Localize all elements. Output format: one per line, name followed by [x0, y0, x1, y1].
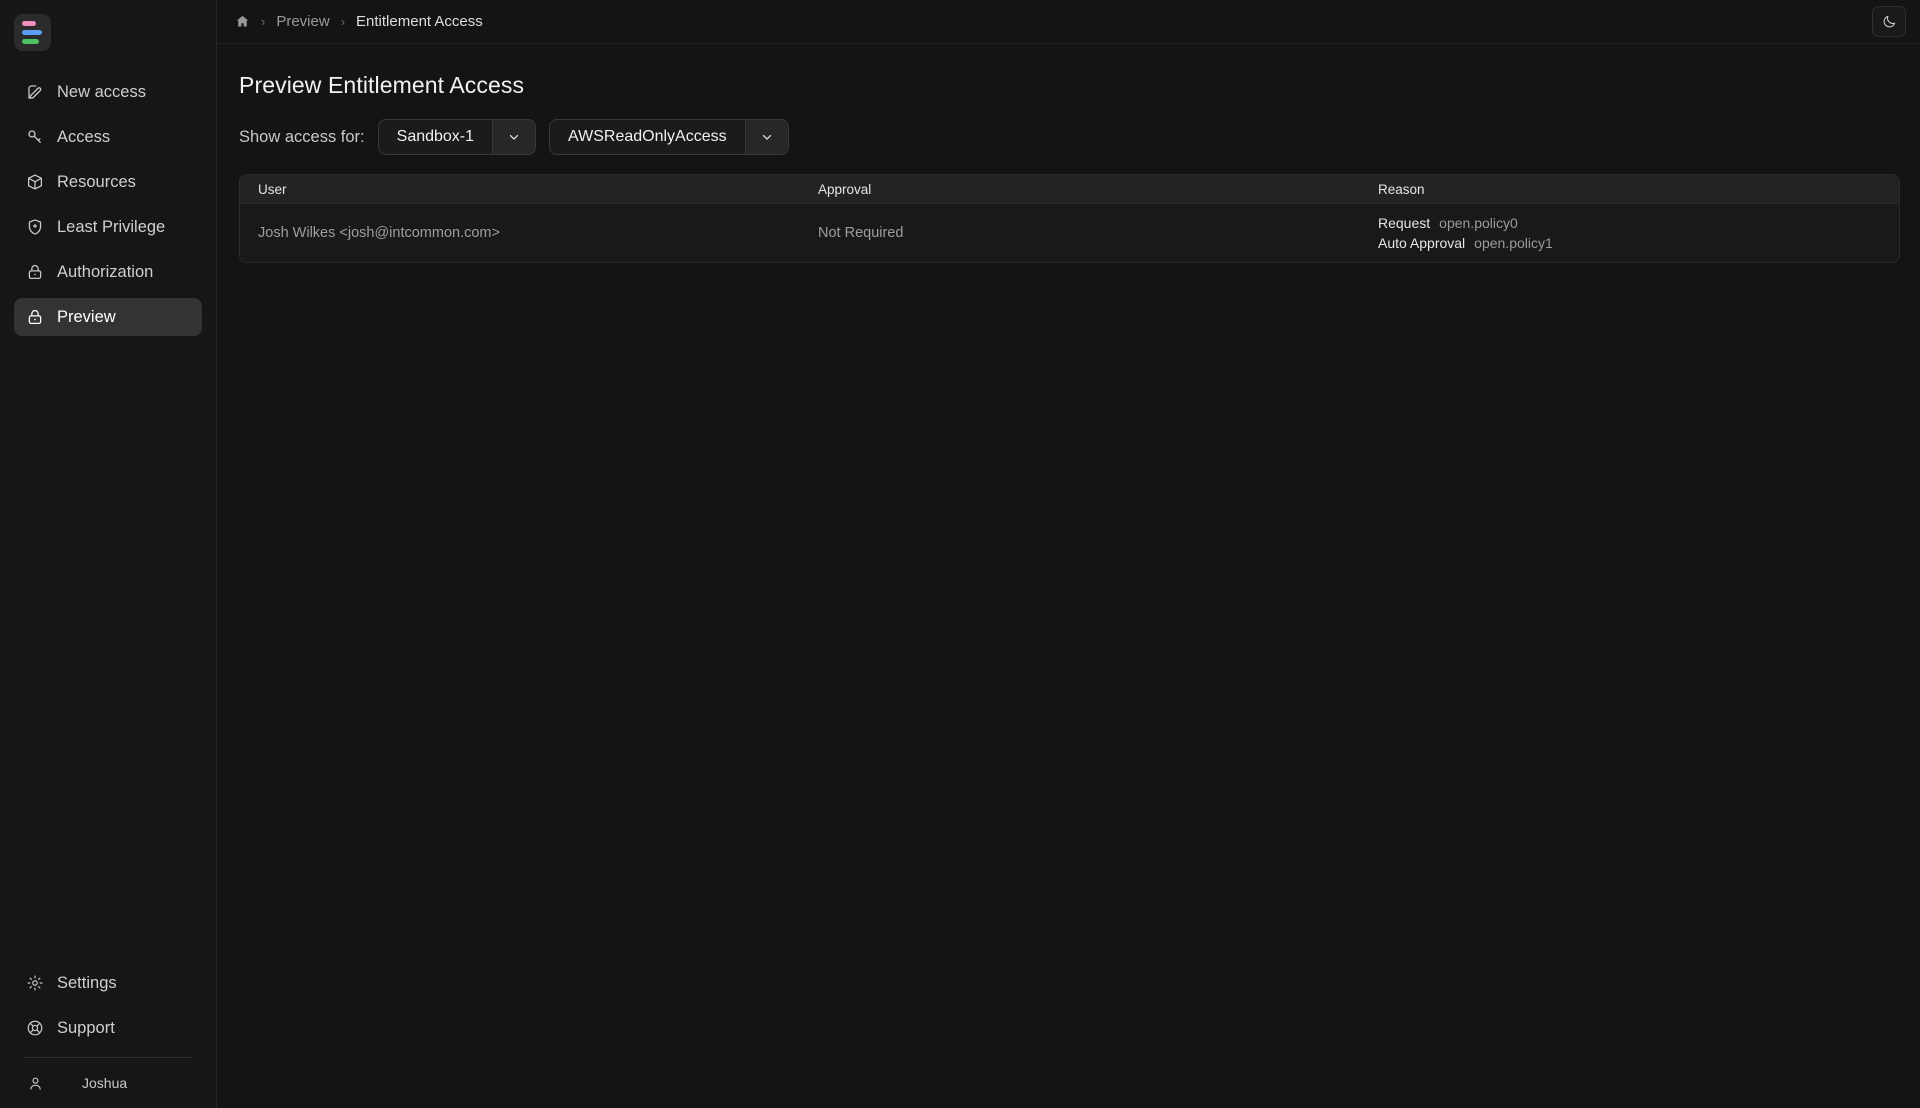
sidebar-nav: New access Access Resources Least Privil…: [0, 73, 216, 343]
reason-value: open.policy1: [1474, 235, 1553, 251]
sidebar-item-support[interactable]: Support: [14, 1009, 202, 1047]
sidebar-item-label: Authorization: [57, 262, 154, 281]
page-content: Preview Entitlement Access Show access f…: [217, 44, 1920, 263]
filter-bar: Show access for: Sandbox-1 AWSReadOnlyAc…: [239, 119, 1900, 155]
sidebar-item-label: Support: [57, 1018, 115, 1037]
home-icon[interactable]: [235, 14, 250, 29]
table-header-row: User Approval Reason: [240, 175, 1899, 204]
breadcrumb-item-preview[interactable]: Preview: [276, 13, 329, 30]
gear-icon: [26, 974, 44, 992]
sidebar-item-preview[interactable]: Preview: [14, 298, 202, 336]
reason-value: open.policy0: [1439, 215, 1518, 231]
sidebar-item-label: Preview: [57, 307, 116, 326]
sidebar-item-label: Resources: [57, 172, 136, 191]
breadcrumb-separator: ›: [340, 14, 346, 29]
sidebar-item-label: Settings: [57, 973, 117, 992]
column-header-user: User: [258, 181, 287, 197]
sidebar-user[interactable]: Joshua: [14, 1058, 202, 1108]
topbar: › Preview › Entitlement Access: [217, 0, 1920, 44]
sidebar-item-least-privilege[interactable]: Least Privilege: [14, 208, 202, 246]
user-name: Joshua: [82, 1075, 128, 1091]
key-icon: [26, 128, 44, 146]
moon-icon: [1882, 14, 1897, 29]
page-title: Preview Entitlement Access: [239, 72, 525, 98]
cell-user: Josh Wilkes <josh@intcommon.com>: [258, 225, 500, 241]
reason-entry: Auto Approval open.policy1: [1378, 233, 1881, 253]
table-row[interactable]: Josh Wilkes <josh@intcommon.com> Not Req…: [240, 204, 1899, 262]
pencil-square-icon: [26, 83, 44, 101]
chevron-down-icon[interactable]: [492, 120, 536, 154]
lifebuoy-icon: [26, 1019, 44, 1037]
sidebar: New access Access Resources Least Privil…: [0, 0, 217, 1108]
logo[interactable]: [0, 0, 216, 51]
shield-plus-icon: [26, 218, 44, 236]
column-header-approval: Approval: [818, 181, 872, 197]
sidebar-item-access[interactable]: Access: [14, 118, 202, 156]
chevron-down-icon[interactable]: [744, 120, 788, 154]
account-select[interactable]: Sandbox-1: [377, 119, 537, 155]
sidebar-item-label: Least Privilege: [57, 217, 166, 236]
cell-approval: Not Required: [818, 225, 904, 241]
breadcrumb: › Preview › Entitlement Access: [235, 13, 483, 30]
theme-toggle-button[interactable]: [1872, 6, 1906, 37]
entitlement-access-table: User Approval Reason Josh Wilkes <josh@i…: [239, 174, 1900, 263]
account-select-value: Sandbox-1: [396, 128, 475, 145]
reason-key: Request: [1378, 215, 1431, 231]
logo-bar-pink: [22, 21, 36, 26]
logo-tile[interactable]: [14, 14, 51, 51]
main-area: › Preview › Entitlement Access Preview E…: [217, 0, 1920, 1108]
reason-entry: Request open.policy0: [1378, 213, 1881, 233]
lock-icon: [26, 263, 44, 281]
sidebar-item-authorization[interactable]: Authorization: [14, 253, 202, 291]
filter-label: Show access for:: [239, 127, 365, 146]
sidebar-footer: Settings Support Joshua: [0, 964, 216, 1108]
lock-icon: [26, 308, 44, 326]
cube-icon: [26, 173, 44, 191]
permission-set-select-value: AWSReadOnlyAccess: [568, 128, 727, 145]
permission-set-select[interactable]: AWSReadOnlyAccess: [549, 119, 789, 155]
cell-reason: Request open.policy0 Auto Approval open.…: [1360, 213, 1899, 253]
sidebar-item-settings[interactable]: Settings: [14, 964, 202, 1002]
sidebar-item-label: Access: [57, 127, 111, 146]
logo-bar-blue: [22, 30, 42, 35]
reason-key: Auto Approval: [1378, 235, 1466, 251]
sidebar-item-label: New access: [57, 82, 146, 101]
sidebar-item-resources[interactable]: Resources: [14, 163, 202, 201]
person-icon: [26, 1074, 44, 1092]
breadcrumb-item-current: Entitlement Access: [356, 13, 483, 30]
logo-bar-green: [22, 39, 39, 44]
breadcrumb-separator: ›: [261, 14, 266, 29]
sidebar-item-new-access[interactable]: New access: [14, 73, 202, 111]
column-header-reason: Reason: [1378, 181, 1425, 197]
